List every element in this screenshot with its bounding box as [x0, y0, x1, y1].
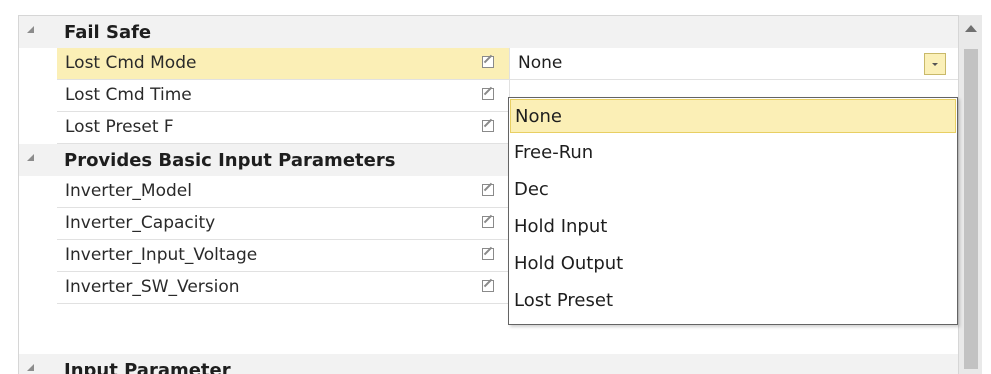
dropdown-option-dec[interactable]: Dec	[510, 173, 956, 207]
category-label: Provides Basic Input Parameters	[64, 150, 396, 171]
property-label: Inverter_Input_Voltage	[65, 245, 258, 265]
property-label: Inverter_SW_Version	[65, 277, 240, 297]
property-name-cell[interactable]: Inverter_Model	[57, 176, 510, 208]
dropdown-option-free-run[interactable]: Free-Run	[510, 136, 956, 170]
property-name-cell[interactable]: Lost Cmd Time	[57, 80, 510, 112]
edit-icon	[482, 184, 494, 196]
option-label: None	[515, 106, 562, 127]
collapse-icon[interactable]	[27, 154, 34, 161]
property-label: Inverter_Capacity	[65, 213, 216, 233]
dropdown-list: None Free-Run Dec Hold Input Hold Output…	[508, 97, 958, 325]
vertical-scrollbar[interactable]	[958, 15, 982, 374]
property-row-lost-cmd-mode[interactable]: Lost Cmd Mode None	[57, 48, 959, 80]
property-label: Lost Cmd Mode	[65, 53, 197, 73]
edit-icon	[482, 216, 494, 228]
property-name-cell[interactable]: Inverter_Capacity	[57, 208, 510, 240]
edit-icon	[482, 56, 494, 68]
dropdown-option-hold-output[interactable]: Hold Output	[510, 247, 956, 281]
property-label: Lost Preset F	[65, 117, 174, 137]
property-label: Inverter_Model	[65, 181, 192, 201]
collapse-icon[interactable]	[27, 26, 34, 33]
property-label: Lost Cmd Time	[65, 85, 192, 105]
property-name-cell[interactable]: Lost Preset F	[57, 112, 510, 144]
category-label: Input Parameter	[64, 360, 231, 374]
scroll-thumb[interactable]	[964, 49, 978, 369]
dropdown-option-lost-preset[interactable]: Lost Preset	[510, 284, 956, 318]
edit-icon	[482, 248, 494, 260]
property-value-cell[interactable]: None	[510, 48, 959, 80]
dropdown-arrow-button[interactable]	[924, 53, 946, 75]
dropdown-option-none[interactable]: None	[510, 99, 956, 133]
property-name-cell[interactable]: Lost Cmd Mode	[57, 48, 510, 80]
option-label: Hold Output	[514, 253, 624, 274]
category-fail-safe[interactable]: Fail Safe	[19, 16, 959, 48]
category-input-parameter[interactable]: Input Parameter	[19, 354, 959, 374]
edit-icon	[482, 88, 494, 100]
property-name-cell[interactable]: Inverter_Input_Voltage	[57, 240, 510, 272]
option-label: Lost Preset	[514, 290, 614, 311]
dropdown-option-hold-input[interactable]: Hold Input	[510, 210, 956, 244]
option-label: Dec	[514, 179, 549, 200]
property-name-cell[interactable]: Inverter_SW_Version	[57, 272, 510, 304]
scroll-up-icon[interactable]	[965, 25, 977, 32]
category-label: Fail Safe	[64, 22, 152, 43]
option-label: Free-Run	[514, 142, 594, 163]
option-label: Hold Input	[514, 216, 608, 237]
combo-value[interactable]: None	[518, 53, 562, 73]
collapse-icon[interactable]	[27, 364, 34, 371]
edit-icon	[482, 120, 494, 132]
edit-icon	[482, 280, 494, 292]
